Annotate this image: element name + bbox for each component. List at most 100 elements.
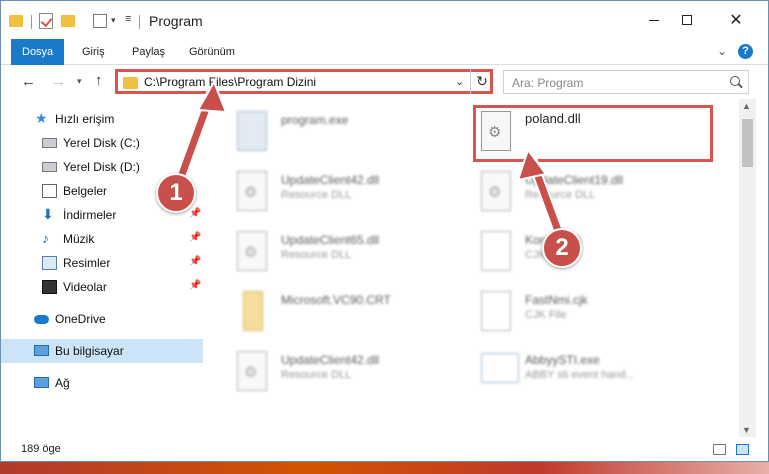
dll-file-icon (237, 171, 267, 211)
application-icon (481, 353, 519, 383)
file-item[interactable]: program.exe (233, 107, 473, 159)
dll-file-icon (237, 231, 267, 271)
scrollbar-thumb[interactable] (742, 119, 753, 167)
desktop-background (0, 462, 769, 474)
forward-arrow-icon[interactable]: → (51, 73, 66, 90)
file-name: Microsoft.VC90.CRT (281, 293, 391, 307)
folder-icon (243, 291, 263, 331)
tab-paylas[interactable]: Paylaş (121, 39, 176, 65)
quick-access-toolbar-icon[interactable] (93, 14, 107, 28)
step-2-badge: 2 (542, 228, 582, 268)
tab-gorunum[interactable]: Görünüm (178, 39, 246, 65)
highlight-box (473, 105, 713, 162)
file-icon (481, 291, 511, 331)
sidebar-item-label: Belgeler (63, 184, 108, 198)
file-name: AbbyySTI.exe (525, 353, 600, 367)
address-path[interactable]: C:\Program Files\Program Dizini (144, 75, 316, 89)
expand-ribbon-icon[interactable]: ⌄ (717, 44, 727, 58)
back-arrow-icon[interactable]: ← (21, 73, 36, 90)
new-folder-icon[interactable] (61, 15, 75, 27)
executable-icon (237, 111, 267, 151)
folder-item[interactable]: Microsoft.VC90.CRT (233, 287, 473, 339)
sidebar-item-disk-c[interactable]: Yerel Disk (C:) (1, 131, 203, 155)
star-icon: ★ (35, 110, 48, 126)
sidebar-item-label: Bu bilgisayar (55, 344, 124, 358)
file-type: Resource DLL (525, 189, 596, 201)
network-icon (34, 377, 49, 388)
search-icon[interactable] (730, 76, 740, 86)
customize-toolbar-icon[interactable]: ≡ (125, 13, 131, 25)
dll-file-icon (481, 171, 511, 211)
divider (31, 15, 32, 29)
cloud-icon (34, 315, 49, 324)
sidebar-item-label: OneDrive (55, 312, 106, 326)
sidebar-item-pictures[interactable]: Resimler 📌 (1, 251, 203, 275)
navigation-bar: ← → ▾ ↑ C:\Program Files\Program Dizini … (1, 65, 768, 99)
file-name: UpdateClient65.dll (281, 233, 380, 247)
tab-dosya[interactable]: Dosya (11, 39, 65, 65)
file-name: UpdateClient19.dll (525, 173, 624, 187)
chevron-down-icon[interactable]: ▾ (111, 15, 116, 26)
tab-giris[interactable]: Giriş (71, 39, 116, 65)
large-icons-view-icon[interactable] (736, 444, 749, 455)
sidebar-item-network[interactable]: Ağ (1, 371, 203, 395)
sidebar-item-label: Yerel Disk (C:) (63, 136, 140, 150)
chevron-down-icon[interactable]: ⌄ (455, 75, 464, 88)
file-item[interactable]: UpdateClient65.dll Resource DLL (233, 227, 473, 279)
file-item[interactable]: FastNmi.cjk CJK File (477, 287, 717, 339)
file-item[interactable]: UpdateClient42.dll Resource DLL (233, 167, 473, 219)
document-icon (42, 184, 57, 198)
sidebar-item-music[interactable]: ♪ Müzik 📌 (1, 227, 203, 251)
minimize-icon (649, 19, 659, 21)
drive-icon (42, 162, 57, 172)
ribbon-tabs: Dosya Giriş Paylaş Görünüm ⌄ ? (1, 39, 768, 65)
sidebar-item-label: Videolar (63, 280, 107, 294)
vertical-scrollbar[interactable]: ▲ ▼ (739, 99, 756, 437)
file-item[interactable]: AbbyySTI.exe ABBY sti event hand... (477, 347, 717, 399)
file-item[interactable]: Korean.cjk CJK File (477, 227, 717, 279)
close-button[interactable]: ✕ (713, 1, 759, 39)
search-box[interactable]: Ara: Program (503, 70, 749, 94)
dll-file-icon (237, 351, 267, 391)
file-type: Resource DLL (281, 189, 352, 201)
scroll-up-icon[interactable]: ▲ (742, 101, 751, 111)
sidebar-item-onedrive[interactable]: OneDrive (1, 307, 203, 331)
scroll-down-icon[interactable]: ▼ (742, 425, 751, 435)
file-type: CJK File (525, 309, 567, 321)
up-arrow-icon[interactable]: ↑ (95, 72, 103, 89)
pin-icon[interactable]: 📌 (189, 256, 201, 267)
explorer-window: ▾ ≡ Program ✕ Dosya Giriş Paylaş Görünüm… (0, 0, 769, 462)
sidebar-item-this-pc[interactable]: Bu bilgisayar (1, 339, 203, 363)
file-name: FastNmi.cjk (525, 293, 588, 307)
navigation-pane: ★ Hızlı erişim Yerel Disk (C:) Yerel Dis… (1, 99, 211, 437)
recent-locations-chevron-icon[interactable]: ▾ (77, 76, 82, 87)
download-icon: ⬇ (42, 206, 54, 222)
title-bar: ▾ ≡ Program ✕ (1, 1, 768, 39)
video-icon (42, 280, 57, 294)
sidebar-item-label: Müzik (63, 232, 95, 246)
window-title: Program (149, 13, 203, 29)
details-view-icon[interactable] (713, 444, 726, 455)
sidebar-item-quick-access[interactable]: ★ Hızlı erişim (1, 107, 203, 131)
pin-icon[interactable]: 📌 (189, 280, 201, 291)
help-icon[interactable]: ? (738, 44, 753, 59)
maximize-button[interactable] (664, 1, 710, 39)
sidebar-item-label: Hızlı erişim (55, 112, 115, 126)
sidebar-item-videos[interactable]: Videolar 📌 (1, 275, 203, 299)
maximize-icon (682, 15, 692, 25)
address-bar[interactable]: C:\Program Files\Program Dizini ⌄ ↻ (115, 69, 493, 94)
pin-icon[interactable]: 📌 (189, 208, 201, 219)
file-icon (481, 231, 511, 271)
item-count: 189 öge (21, 443, 61, 455)
music-icon: ♪ (42, 230, 49, 246)
file-item[interactable]: UpdateClient42.dll Resource DLL (233, 347, 473, 399)
file-name: UpdateClient42.dll (281, 353, 380, 367)
properties-check-icon[interactable] (39, 13, 53, 29)
pin-icon[interactable]: 📌 (189, 232, 201, 243)
refresh-icon[interactable]: ↻ (470, 69, 493, 94)
search-input[interactable]: Ara: Program (512, 76, 583, 90)
sidebar-item-label: Resimler (63, 256, 111, 270)
file-name: program.exe (281, 113, 349, 127)
file-item[interactable]: UpdateClient19.dll Resource DLL (477, 167, 717, 219)
file-list: program.exe poland.dll UpdateClient42.dl… (211, 99, 739, 437)
